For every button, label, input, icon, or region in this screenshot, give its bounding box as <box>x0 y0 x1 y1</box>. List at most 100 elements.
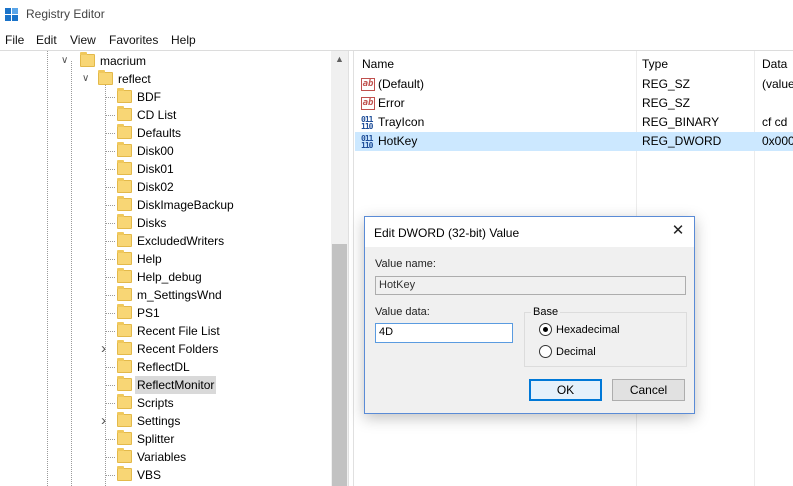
binary-value-icon: 011 110 <box>361 134 373 150</box>
tree-guide-line <box>106 133 115 134</box>
registry-editor-icon <box>5 8 19 22</box>
base-label: Base <box>531 306 561 318</box>
tree-guide-line <box>106 115 115 116</box>
tree-item-label: Recent Folders <box>137 342 219 356</box>
folder-icon <box>117 160 132 175</box>
tree-item[interactable]: DiskImageBackup <box>0 196 330 214</box>
dialog-title: Edit DWORD (32-bit) Value <box>374 226 520 240</box>
menu-bar: File Edit View Favorites Help <box>0 30 793 50</box>
tree-guide-line <box>106 475 115 476</box>
value-type-cell: REG_SZ <box>642 96 691 110</box>
close-icon[interactable]: ✕ <box>670 223 686 239</box>
value-type-cell: REG_BINARY <box>642 115 720 129</box>
value-data-input[interactable]: 4D <box>375 323 513 343</box>
value-data-label: Value data: <box>375 306 430 318</box>
tree-guide-line <box>106 241 115 242</box>
menu-edit[interactable]: Edit <box>36 33 57 47</box>
value-name-cell: Error <box>378 96 405 110</box>
radio-unselected-icon[interactable] <box>539 345 552 358</box>
tree-item[interactable]: Disk00 <box>0 142 330 160</box>
tree-item[interactable]: VBS <box>0 466 330 484</box>
tree-item[interactable]: Recent File List <box>0 322 330 340</box>
tree-guide-line <box>106 403 115 404</box>
tree-guide-line <box>106 367 115 368</box>
tree-item-label: Defaults <box>137 126 182 140</box>
folder-icon <box>117 430 132 445</box>
ok-button[interactable]: OK <box>529 379 602 401</box>
tree-item[interactable]: › Settings <box>0 412 330 430</box>
value-name-cell: HotKey <box>378 134 418 148</box>
tree-item[interactable]: Help <box>0 250 330 268</box>
radio-selected-icon[interactable] <box>539 323 552 336</box>
value-name-cell: TrayIcon <box>378 115 425 129</box>
folder-icon <box>117 88 132 103</box>
menu-view[interactable]: View <box>70 33 96 47</box>
tree-item[interactable]: BDF <box>0 88 330 106</box>
tree-item-label: ReflectDL <box>137 360 190 374</box>
folder-icon <box>117 412 132 427</box>
tree-item-label: ExcludedWriters <box>137 234 225 248</box>
menu-file[interactable]: File <box>5 33 24 47</box>
tree-item[interactable]: ReflectMonitor <box>0 376 330 394</box>
folder-icon <box>117 340 132 355</box>
chevron-down-icon[interactable]: ∨ <box>82 70 89 88</box>
column-header-name[interactable]: Name <box>362 57 394 71</box>
tree-item-label: Help_debug <box>137 270 202 284</box>
chevron-down-icon[interactable]: ∨ <box>61 52 68 70</box>
menu-help[interactable]: Help <box>171 33 196 47</box>
tree-item-label: Variables <box>137 450 187 464</box>
tree-item-label: Disk00 <box>137 144 174 158</box>
value-row[interactable]: ab (Default) REG_SZ (value <box>355 75 793 94</box>
scroll-up-arrow-icon[interactable]: ▲ <box>331 51 348 68</box>
tree-item[interactable]: Disks <box>0 214 330 232</box>
column-header-type[interactable]: Type <box>642 57 668 71</box>
tree-guide-line <box>106 259 115 260</box>
value-type-cell: REG_SZ <box>642 77 691 91</box>
tree-item-label: macrium <box>100 54 147 68</box>
value-name-field: HotKey <box>375 276 686 295</box>
tree-item[interactable]: PS1 <box>0 304 330 322</box>
tree-item[interactable]: Defaults <box>0 124 330 142</box>
tree-item-label: Recent File List <box>137 324 220 338</box>
menu-favorites[interactable]: Favorites <box>109 33 158 47</box>
radio-label: Decimal <box>556 346 596 358</box>
tree-item[interactable]: m_SettingsWnd <box>0 286 330 304</box>
value-row[interactable]: ab Error REG_SZ <box>355 94 793 113</box>
tree-item-label: reflect <box>118 72 151 86</box>
tree-item[interactable]: ReflectDL <box>0 358 330 376</box>
tree-guide-line <box>106 187 115 188</box>
pane-splitter[interactable] <box>348 51 354 486</box>
folder-icon <box>80 52 95 67</box>
cancel-button[interactable]: Cancel <box>612 379 685 401</box>
folder-icon <box>117 358 132 373</box>
tree-item-label: BDF <box>137 90 161 104</box>
tree-item[interactable]: ExcludedWriters <box>0 232 330 250</box>
folder-icon <box>117 376 132 391</box>
value-row[interactable]: 011110 HotKey REG_DWORD 0x0000 <box>355 132 793 151</box>
tree-item[interactable]: › Recent Folders <box>0 340 330 358</box>
tree-item-label: ReflectMonitor <box>135 376 217 394</box>
radio-label: Hexadecimal <box>556 324 620 336</box>
value-data-cell: 0x0000 <box>762 134 793 148</box>
scrollbar-thumb[interactable] <box>332 244 347 486</box>
chevron-right-icon[interactable]: › <box>101 340 106 358</box>
tree-item[interactable]: Disk02 <box>0 178 330 196</box>
vertical-scrollbar[interactable]: ▲ <box>331 51 348 486</box>
tree-item[interactable]: Help_debug <box>0 268 330 286</box>
tree-item-label: Disks <box>137 216 167 230</box>
string-value-icon: ab <box>361 78 375 91</box>
column-header-data[interactable]: Data <box>762 57 787 71</box>
tree-item[interactable]: Splitter <box>0 430 330 448</box>
tree-item[interactable]: Variables <box>0 448 330 466</box>
folder-icon <box>117 106 132 121</box>
value-row[interactable]: 011 110 TrayIcon REG_BINARY cf cd <box>355 113 793 132</box>
chevron-right-icon[interactable]: › <box>101 412 106 430</box>
tree-item-macrium[interactable]: ∨ macrium <box>0 52 330 70</box>
tree-item-label: DiskImageBackup <box>137 198 234 212</box>
tree-item[interactable]: CD List <box>0 106 330 124</box>
tree-item[interactable]: Scripts <box>0 394 330 412</box>
tree-guide-line <box>106 151 115 152</box>
tree-item-reflect[interactable]: ∨ reflect <box>0 70 330 88</box>
tree-item[interactable]: Disk01 <box>0 160 330 178</box>
folder-icon <box>117 466 132 481</box>
